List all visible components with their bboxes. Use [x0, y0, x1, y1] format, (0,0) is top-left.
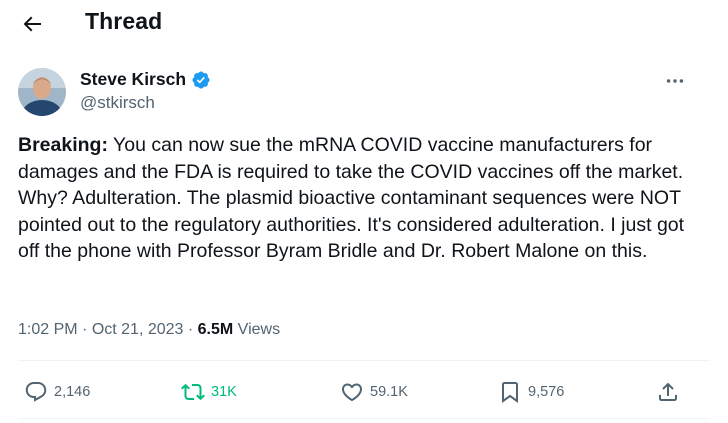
bookmark-icon — [502, 382, 518, 403]
reply-icon — [25, 382, 47, 402]
tweet-time[interactable]: 1:02 PM — [18, 321, 78, 338]
tweet-date[interactable]: Oct 21, 2023 — [92, 321, 184, 338]
tweet-body: You can now sue the mRNA COVID vaccine m… — [18, 134, 685, 262]
views-count: 6.5M — [197, 321, 234, 338]
views-label: Views — [233, 321, 281, 338]
back-arrow-icon[interactable] — [20, 12, 44, 36]
author-name-row: Steve Kirsch — [80, 69, 211, 90]
meta-separator: · — [183, 321, 198, 338]
heart-icon — [341, 383, 363, 402]
thread-header: Thread — [0, 0, 728, 48]
retweet-icon — [181, 383, 205, 401]
like-button[interactable]: 59.1K — [340, 380, 408, 404]
retweet-count: 31K — [211, 384, 237, 400]
author-handle[interactable]: @stkirsch — [80, 93, 155, 113]
share-icon — [659, 382, 677, 401]
tweet-text: Breaking: You can now sue the mRNA COVID… — [18, 132, 708, 265]
tweet-meta: 1:02 PM · Oct 21, 2023 · 6.5M Views — [18, 321, 280, 339]
tweet-prefix: Breaking: — [18, 134, 108, 156]
bookmark-button[interactable]: 9,576 — [498, 380, 564, 404]
avatar-image — [18, 68, 66, 116]
verified-badge-icon — [192, 70, 210, 89]
divider — [18, 360, 710, 361]
author-name[interactable]: Steve Kirsch — [80, 69, 186, 90]
reply-count: 2,146 — [54, 384, 91, 400]
action-bar: 2,146 31K 59.1K 9,576 — [0, 370, 728, 414]
more-options-icon[interactable] — [664, 70, 686, 92]
bookmark-count: 9,576 — [528, 384, 565, 400]
divider — [18, 418, 710, 419]
meta-separator: · — [77, 321, 92, 338]
page-title: Thread — [85, 8, 163, 34]
retweet-button[interactable]: 31K — [181, 380, 237, 404]
like-count: 59.1K — [370, 384, 408, 400]
avatar[interactable] — [18, 68, 66, 116]
share-button[interactable] — [656, 380, 680, 404]
reply-button[interactable]: 2,146 — [24, 380, 90, 404]
